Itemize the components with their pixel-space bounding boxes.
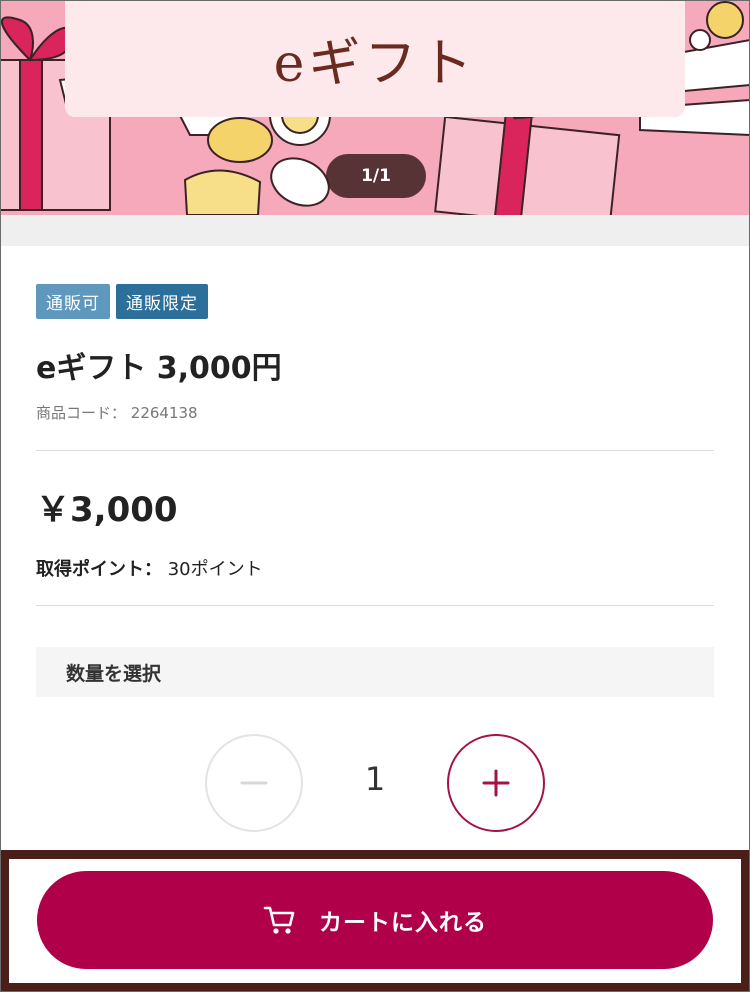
cart-bar: カートに入れる [0, 850, 750, 992]
quantity-value: 1 [364, 760, 386, 798]
product-image-carousel[interactable]: eギフト 1/1 [0, 0, 750, 215]
points-info: 取得ポイント： 30ポイント [36, 555, 263, 581]
slide-counter: 1/1 [326, 154, 426, 198]
quantity-header-label: 数量を選択 [66, 662, 162, 685]
quantity-header: 数量を選択 [36, 647, 714, 697]
points-label: 取得ポイント： [36, 559, 162, 580]
minus-icon [240, 781, 268, 785]
quantity-increase-button[interactable] [447, 734, 545, 832]
section-separator [0, 215, 750, 246]
badge-list: 通販可 通販限定 [36, 284, 208, 319]
cart-icon [263, 906, 295, 934]
add-to-cart-label: カートに入れる [319, 910, 487, 936]
points-value: 30ポイント [167, 559, 263, 580]
product-code-label: 商品コード： [36, 404, 127, 422]
product-name: eギフト 3,000円 [36, 351, 282, 386]
add-to-cart-button[interactable]: カートに入れる [37, 871, 713, 969]
hero-title: eギフト [273, 34, 477, 94]
badge-mail-order: 通販可 [36, 284, 110, 319]
plus-icon [482, 769, 510, 797]
divider [36, 605, 714, 606]
badge-online-only: 通販限定 [116, 284, 208, 319]
quantity-decrease-button[interactable] [205, 734, 303, 832]
product-price: ￥3,000 [36, 490, 178, 530]
divider [36, 450, 714, 451]
hero-title-box: eギフト [65, 0, 685, 117]
product-code-value: 2264138 [130, 404, 198, 422]
product-code: 商品コード： 2264138 [36, 402, 198, 423]
